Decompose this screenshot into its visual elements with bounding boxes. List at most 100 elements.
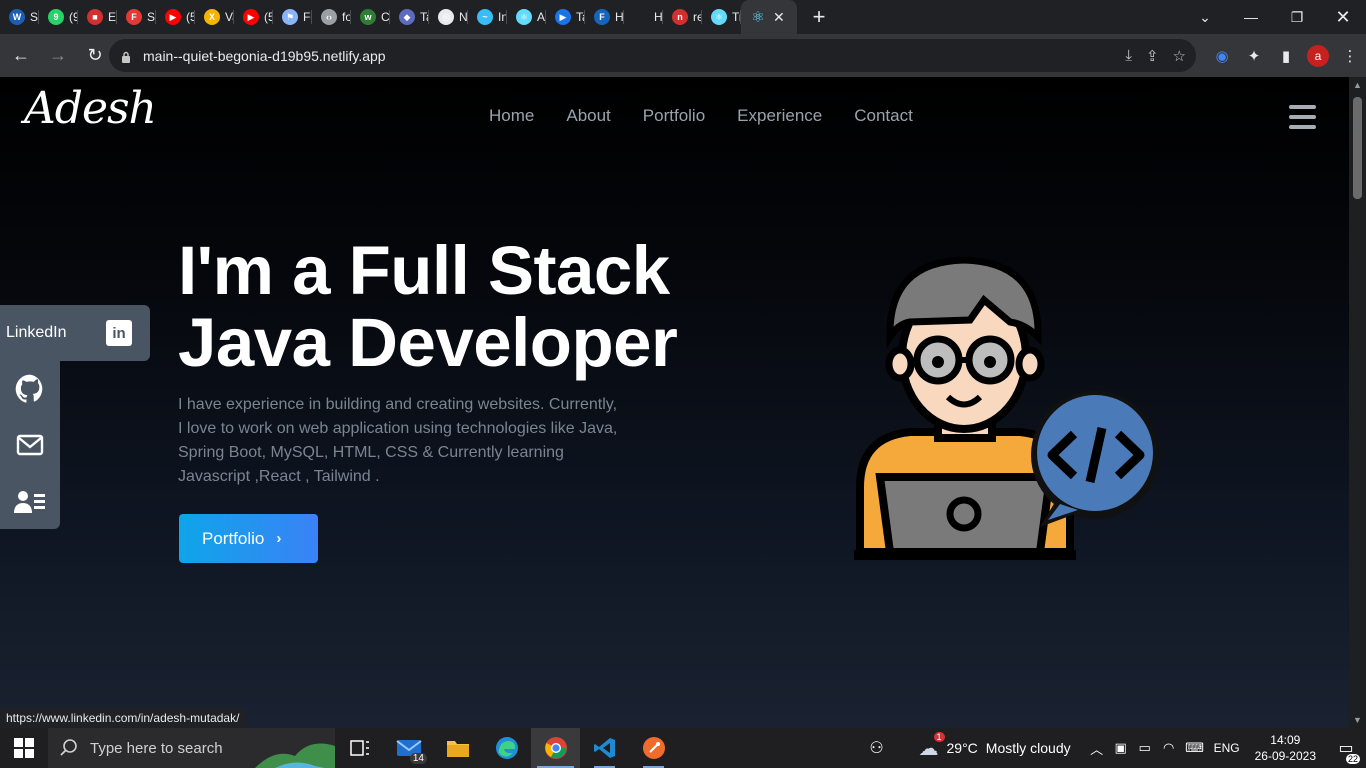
forward-button[interactable]: → <box>42 40 74 72</box>
task-view-button[interactable] <box>335 728 384 768</box>
weather-widget[interactable]: ☁ 1 29°C Mostly cloudy <box>919 731 1071 761</box>
browser-tab[interactable]: ▶ (53 <box>156 0 195 34</box>
side-panel-icon[interactable]: ▮ <box>1270 40 1302 72</box>
tab-list: WSo9(9)■EmFStr▶(53XVa▶(53⚑Fo‹›forwCS◆Ta◎… <box>0 0 741 34</box>
start-button[interactable] <box>0 728 48 768</box>
tab-active[interactable]: ⚛ ✕ <box>741 0 797 34</box>
browser-tab[interactable]: ◆ Ta <box>390 0 429 34</box>
taskbar-chrome[interactable] <box>531 728 580 768</box>
tab-favicon-icon: n <box>672 9 688 25</box>
taskbar-edge[interactable] <box>482 728 531 768</box>
portfolio-button-label: Portfolio <box>202 528 265 548</box>
scroll-up-icon[interactable]: ▲ <box>1353 80 1362 90</box>
browser-tab[interactable]: ⚑ Fo <box>273 0 312 34</box>
browser-tab[interactable]: F Str <box>117 0 156 34</box>
browser-tab-strip: WSo9(9)■EmFStr▶(53XVa▶(53⚑Fo‹›forwCS◆Ta◎… <box>0 0 1366 34</box>
share-icon[interactable]: ⇪ <box>1146 47 1159 65</box>
notification-center[interactable]: ▭ 22 <box>1326 738 1366 764</box>
browser-tab[interactable]: ◎ Ne <box>429 0 468 34</box>
wifi-icon[interactable]: ◠ <box>1157 740 1181 756</box>
tab-title: Em <box>108 10 117 24</box>
nav-home[interactable]: Home <box>489 106 534 126</box>
taskbar-file-explorer[interactable] <box>433 728 482 768</box>
address-bar[interactable]: main--quiet-begonia-d19b95.netlify.app ⤓… <box>109 39 1196 72</box>
taskbar-search[interactable]: Type here to search <box>48 728 335 768</box>
browser-tab[interactable]: ▶ (53 <box>234 0 273 34</box>
network-adapter-icon[interactable]: ▣ <box>1109 740 1133 756</box>
browser-tab[interactable]: F Ha <box>585 0 624 34</box>
link-status-bubble: https://www.linkedin.com/in/adesh-mutada… <box>0 708 246 728</box>
temperature: 29°C <box>946 740 978 756</box>
bookmark-star-icon[interactable]: ☆ <box>1173 47 1186 65</box>
back-button[interactable]: ← <box>5 40 37 72</box>
tab-search-icon[interactable]: ⌄ <box>1182 0 1228 34</box>
extension-icon[interactable]: ◉ <box>1206 40 1238 72</box>
social-sidebar: LinkedIn in <box>0 305 150 529</box>
browser-tab[interactable]: nrea <box>663 0 702 34</box>
social-mail[interactable] <box>0 417 60 473</box>
scroll-thumb[interactable] <box>1353 97 1362 199</box>
page-scrollbar[interactable]: ▲ ▼ <box>1349 77 1366 728</box>
tab-title: Ha <box>654 10 663 24</box>
tab-favicon-icon: ▶ <box>555 9 571 25</box>
chevron-up-icon[interactable]: ︿ <box>1085 739 1109 758</box>
nav-contact[interactable]: Contact <box>854 106 913 126</box>
tab-favicon-icon: ■ <box>87 9 103 25</box>
chrome-icon <box>544 737 567 759</box>
folder-icon <box>446 741 469 757</box>
taskbar-vscode[interactable] <box>580 728 629 768</box>
tab-title: (53 <box>264 10 273 24</box>
windows-logo-icon <box>14 738 34 758</box>
browser-tab[interactable]: X Va <box>195 0 234 34</box>
close-window-button[interactable]: ✕ <box>1320 0 1366 34</box>
browser-tab[interactable]: ⚛ Ad <box>507 0 546 34</box>
browser-tab[interactable]: ▶ Ta <box>546 0 585 34</box>
language-indicator[interactable]: ENG <box>1209 741 1245 755</box>
hamburger-menu-icon[interactable] <box>1289 105 1316 129</box>
restore-button[interactable]: ❐ <box>1274 0 1320 34</box>
tab-favicon-icon: F <box>126 9 142 25</box>
browser-tab[interactable]: 9 (9) <box>39 0 78 34</box>
weather-condition: Mostly cloudy <box>985 740 1071 756</box>
portfolio-button[interactable]: Portfolio › <box>179 514 318 563</box>
clock-time: 14:09 <box>1270 733 1301 747</box>
notification-count: 22 <box>1345 754 1360 764</box>
browser-tab[interactable]: ⚛ Tra <box>702 0 741 34</box>
social-github[interactable] <box>0 361 60 417</box>
edge-icon <box>495 737 518 759</box>
tab-favicon-icon: F <box>594 9 610 25</box>
reload-button[interactable]: ↻ <box>79 40 111 72</box>
window-controls: ⌄ — ❐ ✕ <box>1182 0 1366 34</box>
keyboard-icon[interactable]: ⌨ <box>1181 740 1209 756</box>
people-icon[interactable]: ⚇ <box>857 738 897 758</box>
site-logo[interactable]: Adesh <box>24 83 157 134</box>
nav-portfolio[interactable]: Portfolio <box>643 106 705 126</box>
browser-tab[interactable]: ■ Em <box>78 0 117 34</box>
taskbar-postman[interactable] <box>629 728 678 768</box>
close-tab-icon[interactable]: ✕ <box>773 9 785 26</box>
browser-tab[interactable]: w CS <box>351 0 390 34</box>
taskbar-mail[interactable]: 14 <box>384 728 433 768</box>
clock[interactable]: 14:09 26-09-2023 <box>1255 732 1316 764</box>
browser-tab[interactable]: W So <box>0 0 39 34</box>
minimize-button[interactable]: — <box>1228 0 1274 34</box>
battery-icon[interactable]: ▭ <box>1133 740 1157 756</box>
browser-tab[interactable]: ‹› for <box>312 0 351 34</box>
social-resume[interactable] <box>0 473 60 529</box>
menu-kebab-icon[interactable]: ⋮ <box>1334 40 1366 72</box>
nav-about[interactable]: About <box>566 106 610 126</box>
browser-tab[interactable]: Ha <box>624 0 663 34</box>
browser-toolbar: ← → ↻ main--quiet-begonia-d19b95.netlify… <box>0 34 1366 77</box>
puzzle-extensions-icon[interactable]: ✦ <box>1238 40 1270 72</box>
tab-title: Ta <box>420 10 429 24</box>
tab-title: Tra <box>732 10 741 24</box>
tab-title: for <box>342 10 351 24</box>
scroll-down-icon[interactable]: ▼ <box>1353 715 1362 725</box>
profile-avatar[interactable]: a <box>1307 44 1329 67</box>
nav-experience[interactable]: Experience <box>737 106 822 126</box>
browser-tab[interactable]: ~ Ins <box>468 0 507 34</box>
social-linkedin[interactable]: LinkedIn in <box>0 305 150 361</box>
new-tab-button[interactable]: + <box>801 4 837 30</box>
linkedin-icon: in <box>106 320 132 346</box>
install-app-icon[interactable]: ⤓ <box>1125 47 1132 64</box>
